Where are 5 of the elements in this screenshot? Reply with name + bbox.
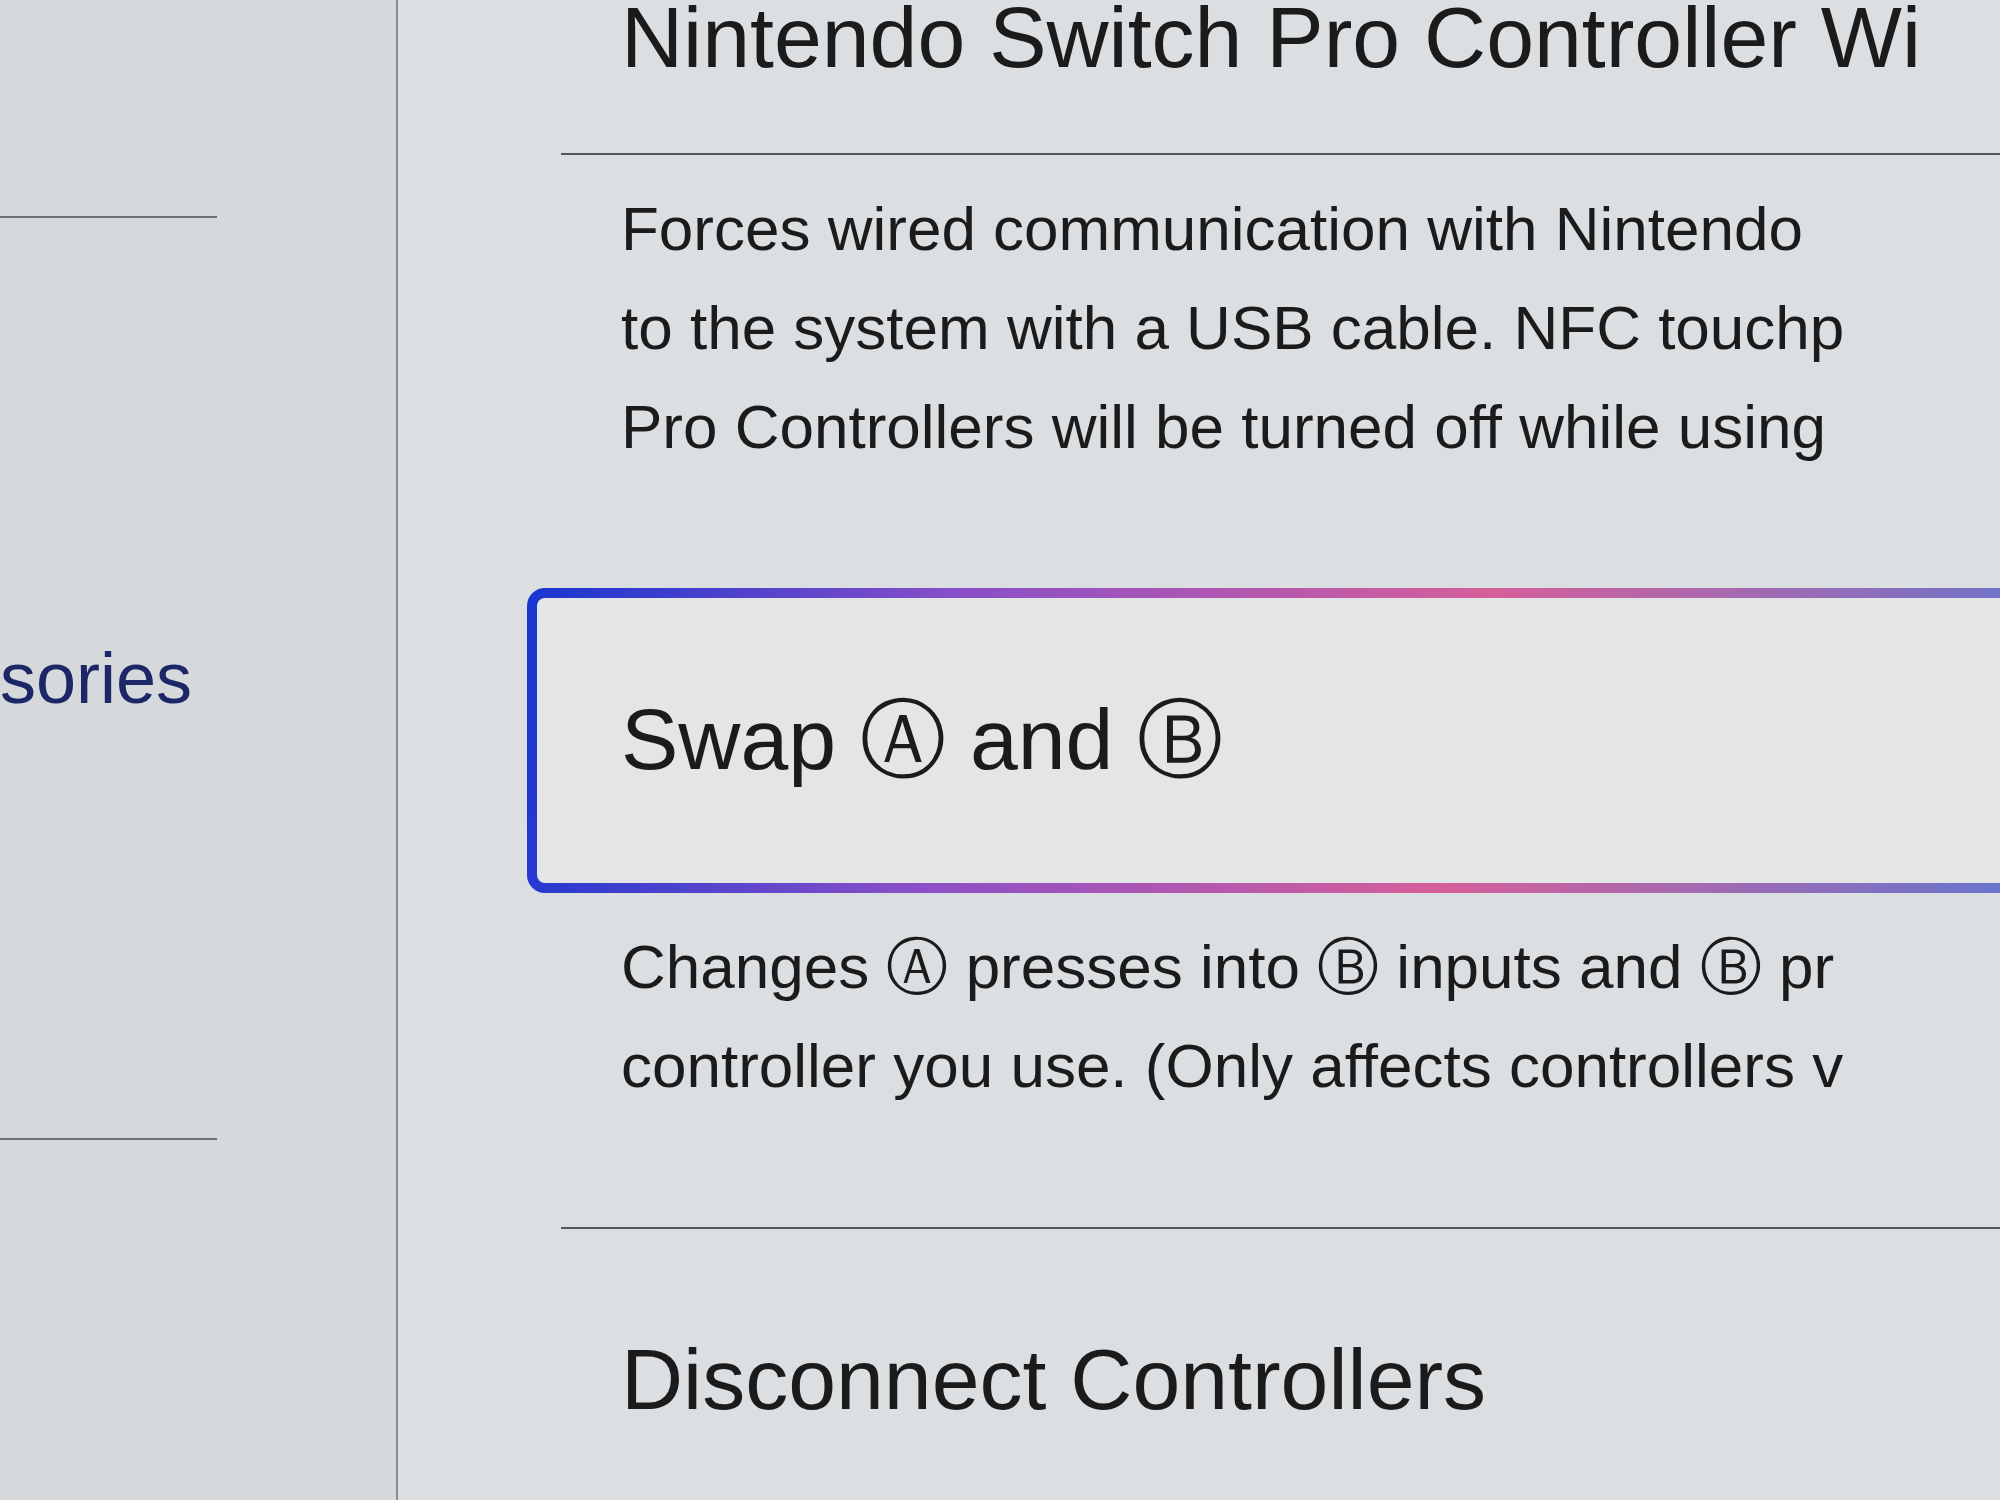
settings-item[interactable]: Nintendo Switch Pro Controller Wi [561, 0, 2000, 155]
settings-item[interactable]: Disconnect Controllers [561, 1227, 2000, 1500]
setting-description: Forces wired communication with Nintendo to the system with a USB cable. NFC touchp Pro Controllers will be turned off while using [621, 193, 1846, 463]
sidebar-item[interactable]: sories [0, 216, 217, 1140]
setting-description: Changes Ⓐ presses into Ⓑ inputs and Ⓑ pr controller you use. (Only affects controllers v [621, 931, 1845, 1102]
